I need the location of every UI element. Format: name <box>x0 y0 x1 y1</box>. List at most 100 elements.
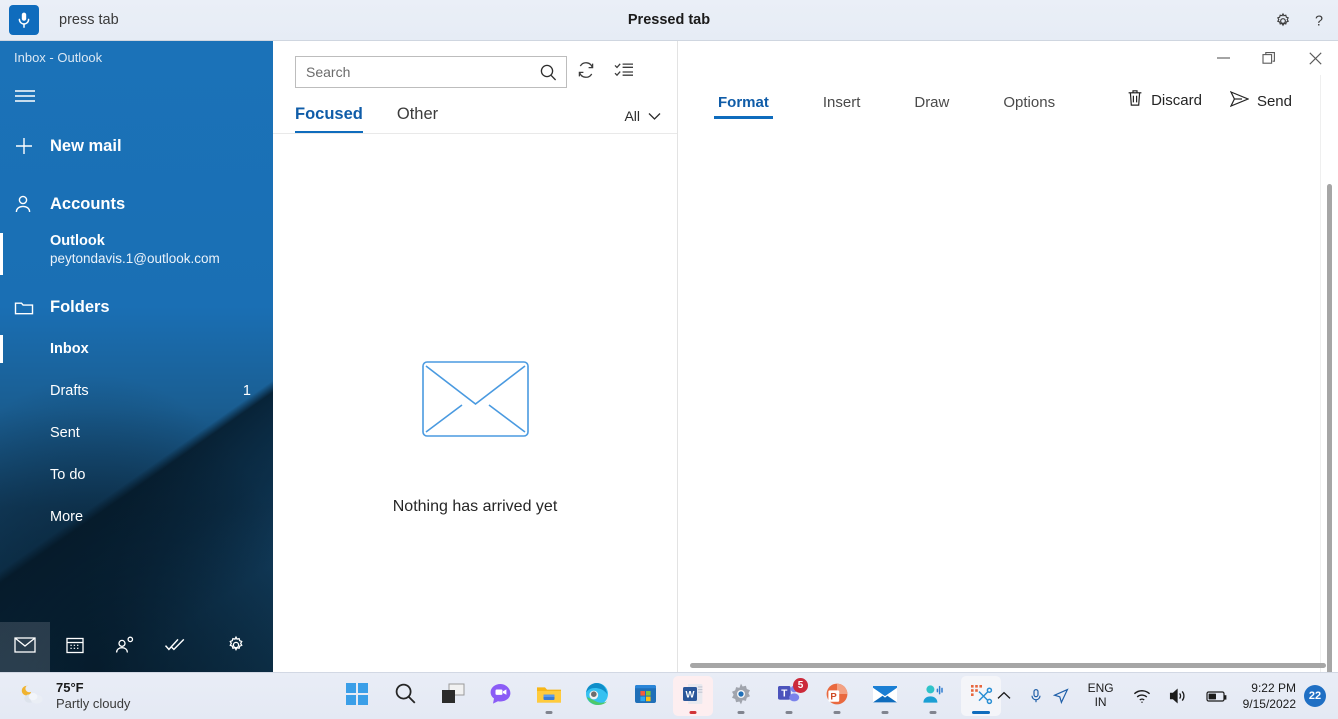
tab-draw[interactable]: Draw <box>910 94 953 119</box>
sync-button[interactable] <box>567 55 605 89</box>
taskbar-task-view-button[interactable] <box>433 676 473 716</box>
taskbar-start-button[interactable] <box>337 676 377 716</box>
folder-label: More <box>50 509 83 525</box>
microphone-icon[interactable] <box>1020 688 1053 705</box>
svg-text:T: T <box>781 688 787 699</box>
folder-label: To do <box>50 467 85 483</box>
filter-all-button[interactable]: All <box>624 108 661 133</box>
taskbar-file-explorer-button[interactable] <box>529 676 569 716</box>
send-label: Send <box>1257 93 1292 110</box>
screen: press tab Pressed tab ? Inbox - Outlook <box>0 0 1338 719</box>
nav-tab-mail[interactable] <box>0 622 50 672</box>
search-magnifier-icon <box>394 682 417 710</box>
window-controls <box>1200 41 1338 75</box>
account-item-outlook[interactable]: Outlook peytondavis.1@outlook.com <box>0 227 273 274</box>
taskbar-voice-access-button[interactable] <box>913 676 953 716</box>
running-indicator <box>546 711 553 714</box>
question-mark-icon[interactable]: ? <box>1310 12 1328 30</box>
taskbar-chat-button[interactable] <box>481 676 521 716</box>
tab-label: Insert <box>823 94 861 111</box>
select-mode-button[interactable] <box>605 55 643 89</box>
settings-gear-icon <box>729 682 753 711</box>
weather-widget[interactable]: 75°F Partly cloudy <box>0 680 130 713</box>
folder-item-more[interactable]: More <box>0 496 273 538</box>
partly-cloudy-night-icon <box>18 682 46 711</box>
taskbar-powerpoint-button[interactable]: P <box>817 676 857 716</box>
wifi-icon[interactable] <box>1124 689 1160 704</box>
refresh-sync-icon <box>576 60 596 85</box>
search-magnifier-icon[interactable] <box>539 63 558 87</box>
search-box[interactable] <box>295 56 567 88</box>
search-input[interactable] <box>296 57 566 87</box>
folder-item-to-do[interactable]: To do <box>0 454 273 496</box>
window-title: Inbox - Outlook <box>0 41 273 65</box>
gear-icon[interactable] <box>1274 12 1292 30</box>
person-icon <box>14 194 50 214</box>
pivot-other[interactable]: Other <box>397 105 444 133</box>
chevron-up-icon[interactable] <box>988 691 1020 701</box>
nav-tab-people[interactable] <box>100 622 150 672</box>
restore-window-icon[interactable] <box>1246 41 1292 75</box>
vertical-scrollbar-thumb[interactable] <box>1327 184 1332 672</box>
chevron-down-icon <box>648 108 661 124</box>
running-indicator <box>786 711 793 714</box>
nav-tab-to-do[interactable] <box>150 622 200 672</box>
clock[interactable]: 9:22 PM 9/15/2022 <box>1237 680 1304 712</box>
notification-center-badge[interactable]: 22 <box>1304 685 1326 707</box>
nav-tab-settings[interactable] <box>211 622 261 672</box>
nav-tab-calendar[interactable] <box>50 622 100 672</box>
folder-item-sent[interactable]: Sent <box>0 412 273 454</box>
microsoft-edge-icon <box>585 682 609 711</box>
minimize-icon[interactable] <box>1200 41 1246 75</box>
accounts-header[interactable]: Accounts <box>0 183 273 225</box>
outlook-window: Inbox - Outlook New mail <box>0 41 1338 672</box>
task-view-icon <box>441 683 465 710</box>
battery-icon[interactable] <box>1197 690 1237 703</box>
new-mail-button[interactable]: New mail <box>0 125 273 167</box>
close-x-icon[interactable] <box>1292 41 1338 75</box>
running-indicator <box>690 711 697 714</box>
pivot-focused[interactable]: Focused <box>295 105 369 133</box>
checkmarks-todo-icon <box>164 636 186 659</box>
taskbar-microsoft-store-button[interactable] <box>625 676 665 716</box>
tab-label: Options <box>1003 94 1055 111</box>
send-button[interactable]: Send <box>1230 91 1292 119</box>
folder-label: Drafts <box>50 383 89 399</box>
location-arrow-icon[interactable] <box>1053 688 1078 704</box>
tab-options[interactable]: Options <box>999 94 1059 119</box>
folder-label: Inbox <box>50 341 89 357</box>
svg-text:W: W <box>686 689 695 700</box>
pivot-label: Other <box>397 105 438 123</box>
discard-label: Discard <box>1151 92 1202 109</box>
compose-ribbon: Format Insert Draw Options <box>678 79 1320 119</box>
folder-item-drafts[interactable]: Drafts 1 <box>0 370 273 412</box>
taskbar-search-button[interactable] <box>385 676 425 716</box>
microsoft-store-icon <box>634 682 657 710</box>
windows-taskbar: 75°F Partly cloudy <box>0 672 1338 719</box>
clock-time: 9:22 PM <box>1243 680 1296 696</box>
language-line1: ENG <box>1088 682 1114 696</box>
folder-count: 1 <box>243 383 251 399</box>
language-indicator[interactable]: ENG IN <box>1078 682 1124 710</box>
tab-format[interactable]: Format <box>714 94 773 119</box>
taskbar-word-button[interactable]: W <box>673 676 713 716</box>
hamburger-menu-icon[interactable] <box>14 81 54 111</box>
taskbar-settings-button[interactable] <box>721 676 761 716</box>
discard-button[interactable]: Discard <box>1127 89 1202 119</box>
taskbar-teams-button[interactable]: T 5 <box>769 676 809 716</box>
voice-access-person-icon <box>921 683 946 710</box>
folder-item-inbox[interactable]: Inbox <box>0 328 273 370</box>
selection-indicator <box>0 335 3 363</box>
speaker-volume-icon[interactable] <box>1160 688 1197 704</box>
taskbar-mail-button[interactable] <box>865 676 905 716</box>
taskbar-edge-button[interactable] <box>577 676 617 716</box>
voice-access-status: press tab <box>59 12 119 28</box>
horizontal-scrollbar-thumb[interactable] <box>690 663 1326 668</box>
folders-header[interactable]: Folders <box>0 286 273 328</box>
folder-icon <box>14 299 50 316</box>
chat-teams-icon <box>489 683 513 710</box>
tab-insert[interactable]: Insert <box>819 94 865 119</box>
weather-temperature: 75°F <box>56 680 130 696</box>
microphone-icon[interactable] <box>9 5 39 35</box>
windows-start-icon <box>346 683 368 710</box>
